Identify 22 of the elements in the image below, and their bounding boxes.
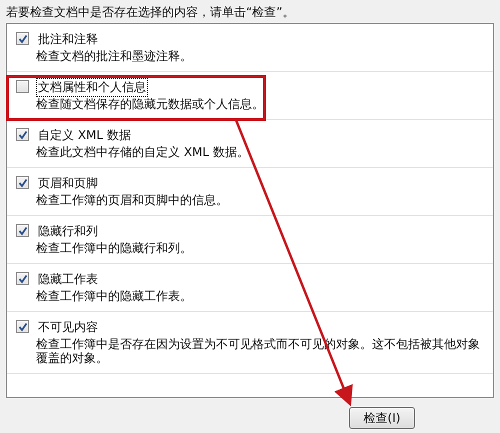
- option-description: 检查工作簿的页眉和页脚中的信息。: [36, 193, 228, 207]
- option-title: 不可见内容: [37, 319, 99, 336]
- option-title: 隐藏行和列: [37, 223, 99, 240]
- instruction-text: 若要检查文档中是否存在选择的内容，请单击“检查”。: [6, 4, 296, 20]
- checkbox[interactable]: [16, 32, 29, 45]
- option-description: 检查工作簿中的隐藏行和列。: [36, 241, 192, 255]
- inspect-button[interactable]: 检查(I): [349, 407, 415, 429]
- checkbox[interactable]: [16, 272, 29, 285]
- checkbox[interactable]: [16, 320, 29, 333]
- option-title: 隐藏工作表: [37, 271, 99, 288]
- option-title: 自定义 XML 数据: [37, 127, 132, 144]
- option-description: 检查随文档保存的隐藏元数据或个人信息。: [36, 97, 264, 111]
- checkbox[interactable]: [16, 176, 29, 189]
- option-title: 批注和注释: [37, 31, 99, 48]
- checkbox[interactable]: [16, 128, 29, 141]
- option-title: 文档属性和个人信息: [36, 78, 148, 97]
- option-description: 检查此文档中存储的自定义 XML 数据。: [36, 145, 249, 159]
- option-description: 检查工作簿中的隐藏工作表。: [36, 289, 192, 303]
- checkbox[interactable]: [16, 224, 29, 237]
- option-description: 检查文档的批注和墨迹注释。: [36, 49, 192, 63]
- checkbox[interactable]: [16, 80, 29, 93]
- option-title: 页眉和页脚: [37, 175, 99, 192]
